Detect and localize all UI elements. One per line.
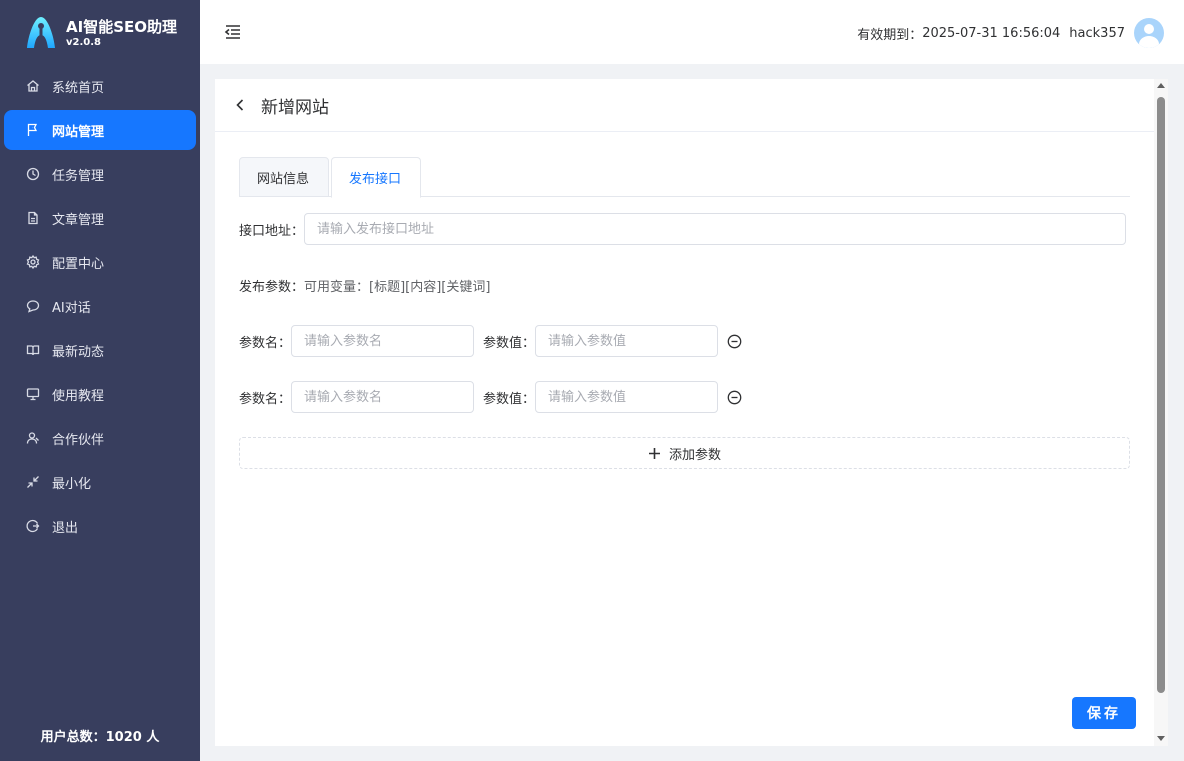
book-icon (26, 343, 40, 357)
sidebar-item-home[interactable]: 系统首页 (4, 66, 196, 106)
content-card: 新增网站 网站信息 发布接口 接口地址： 发布参数： 可用变量：[标题][内容]… (215, 79, 1154, 746)
sidebar-item-label: 最小化 (52, 476, 92, 492)
avatar-head (1144, 24, 1154, 34)
save-button[interactable]: 保存 (1072, 697, 1136, 729)
tab-bar: 网站信息 发布接口 (239, 157, 1130, 198)
publish-params-label: 发布参数： (239, 279, 305, 295)
avatar[interactable] (1134, 18, 1164, 48)
logout-icon (26, 519, 40, 533)
add-param-button[interactable]: 添加参数 (239, 437, 1130, 469)
param-row: 参数名： 参数值： (239, 381, 742, 413)
sidebar-item-latest-news[interactable]: 最新动态 (4, 330, 196, 370)
param-name-input[interactable] (291, 325, 475, 357)
sidebar-toggle-button[interactable] (222, 21, 244, 43)
api-url-label: 接口地址： (239, 223, 305, 239)
sidebar-item-config-center[interactable]: 配置中心 (4, 242, 196, 282)
content-scrollbar[interactable] (1154, 79, 1168, 746)
minimize-icon (26, 475, 40, 489)
sidebar-item-label: 合作伙伴 (52, 432, 105, 448)
flag-icon (26, 123, 40, 137)
avatar-body (1139, 36, 1159, 48)
param-value-label: 参数值： (483, 335, 536, 351)
scrollbar-thumb[interactable] (1157, 97, 1165, 693)
page-header: 新增网站 (215, 79, 1154, 132)
remove-param-button[interactable] (726, 333, 742, 349)
param-value-input[interactable] (535, 325, 719, 357)
param-value-input[interactable] (535, 381, 719, 413)
tab-website-info[interactable]: 网站信息 (239, 157, 329, 197)
expiry-date: 2025-07-31 16:56:04 (922, 25, 1061, 41)
page-title: 新增网站 (261, 97, 329, 118)
param-name-label: 参数名： (239, 391, 292, 407)
sidebar-item-tutorial[interactable]: 使用教程 (4, 374, 196, 414)
sidebar: AI智能SEO助理 v2.0.8 系统首页 网站管理 任务管理 文章管理 配置中… (0, 0, 200, 761)
sidebar-item-label: 最新动态 (52, 344, 105, 360)
param-row: 参数名： 参数值： (239, 325, 742, 357)
top-header: 有效期到： 2025-07-31 16:56:04 hack357 (200, 0, 1184, 64)
expiry-label: 有效期到： (857, 27, 923, 43)
app-version: v2.0.8 (66, 36, 101, 48)
tab-publish-api[interactable]: 发布接口 (331, 157, 421, 198)
add-param-label: 添加参数 (668, 447, 721, 463)
remove-param-button[interactable] (726, 389, 742, 405)
param-name-label: 参数名： (239, 335, 292, 351)
sidebar-menu: 系统首页 网站管理 任务管理 文章管理 配置中心 AI对话 最新动态 使用教程 (0, 66, 200, 550)
chevron-left-icon (236, 99, 244, 111)
monitor-icon (26, 387, 40, 401)
back-button[interactable] (233, 98, 247, 112)
sidebar-item-label: 任务管理 (52, 168, 105, 184)
plus-icon (648, 447, 660, 459)
username[interactable]: hack357 (1069, 26, 1125, 41)
minus-circle-icon (727, 390, 741, 404)
document-icon (26, 211, 40, 225)
api-url-row: 接口地址： (239, 213, 1127, 245)
app-name: AI智能SEO助理 (66, 17, 177, 36)
sidebar-item-logout[interactable]: 退出 (4, 506, 196, 546)
sidebar-item-label: 配置中心 (52, 256, 105, 272)
sidebar-item-label: 文章管理 (52, 212, 105, 228)
sidebar-item-label: 退出 (52, 520, 79, 536)
minus-circle-icon (727, 334, 741, 348)
brand: AI智能SEO助理 v2.0.8 (24, 14, 177, 52)
menu-fold-icon (224, 25, 240, 39)
sidebar-item-article-management[interactable]: 文章管理 (4, 198, 196, 238)
sidebar-item-label: 使用教程 (52, 388, 105, 404)
home-icon (26, 79, 40, 93)
scroll-down-arrow-icon[interactable] (1157, 736, 1165, 741)
available-variables-hint: 可用变量：[标题][内容][关键词] (304, 279, 491, 295)
param-name-input[interactable] (291, 381, 475, 413)
sidebar-item-label: AI对话 (52, 300, 91, 316)
clock-icon (26, 167, 40, 181)
sidebar-item-label: 系统首页 (52, 80, 105, 96)
gear-icon (26, 255, 40, 269)
sidebar-item-website-management[interactable]: 网站管理 (4, 110, 196, 150)
sidebar-item-partners[interactable]: 合作伙伴 (4, 418, 196, 458)
publish-params-row: 发布参数： 可用变量：[标题][内容][关键词] (239, 275, 490, 295)
user-icon (26, 431, 40, 445)
sidebar-item-minimize[interactable]: 最小化 (4, 462, 196, 502)
sidebar-item-task-management[interactable]: 任务管理 (4, 154, 196, 194)
sidebar-item-label: 网站管理 (52, 124, 105, 140)
chat-icon (26, 299, 40, 313)
logo-icon (27, 17, 55, 48)
param-value-label: 参数值： (483, 391, 536, 407)
api-url-input[interactable] (304, 213, 1127, 245)
sidebar-item-ai-chat[interactable]: AI对话 (4, 286, 196, 326)
scroll-up-arrow-icon[interactable] (1157, 83, 1165, 88)
user-total: 用户总数：1020 人 (40, 730, 160, 745)
